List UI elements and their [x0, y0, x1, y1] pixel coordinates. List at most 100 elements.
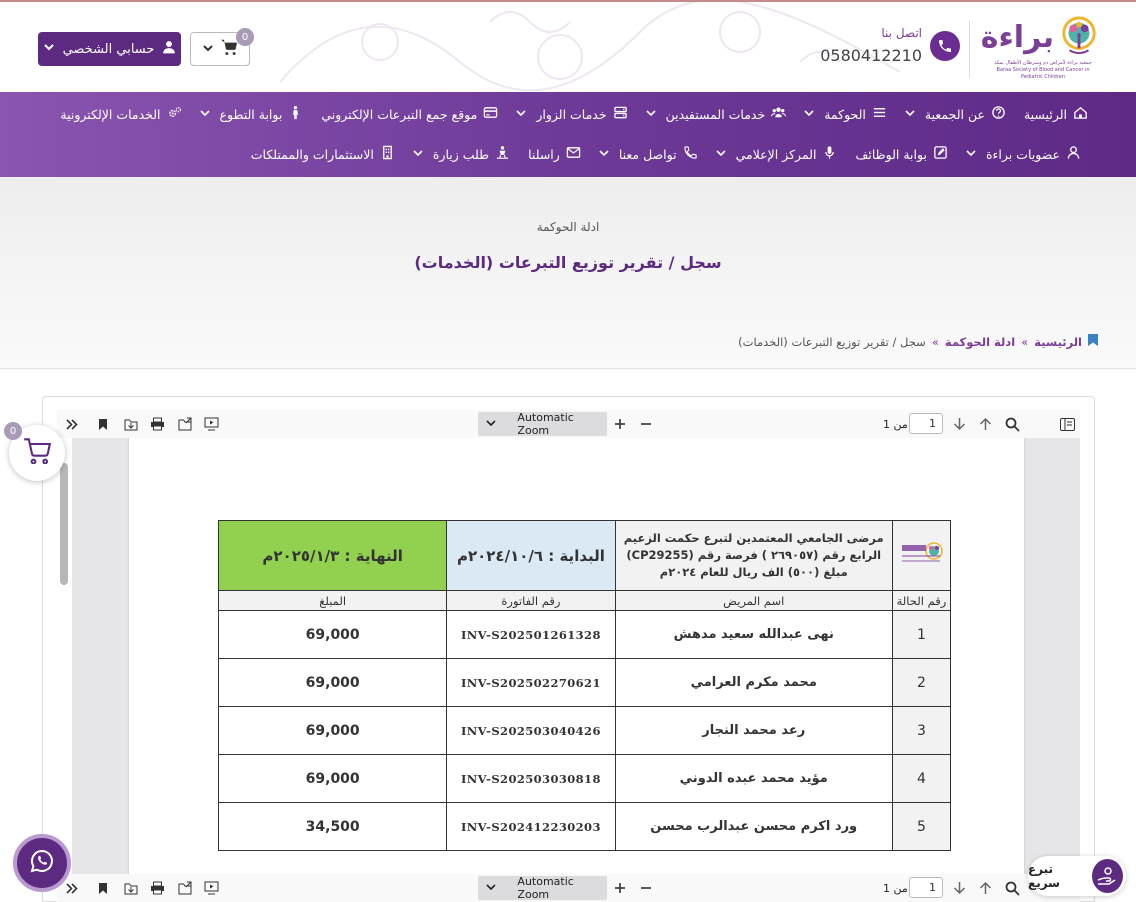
patient-name-cell: مؤيد محمد عبده الدوني	[614, 754, 893, 803]
nav-item-label: تواصل معنا	[618, 146, 677, 162]
logo-name: براءة	[980, 20, 1054, 55]
nav-item-row1-1[interactable]: عن الجمعية	[905, 104, 1006, 124]
zoom-select[interactable]: Automatic Zoom	[478, 875, 607, 901]
search-icon[interactable]	[1004, 880, 1020, 896]
cart-count-badge: 0	[236, 28, 254, 46]
arrow-down-icon[interactable]	[951, 880, 967, 896]
zoom-out-icon[interactable]	[638, 416, 654, 432]
case-number-cell: 2	[891, 658, 952, 707]
account-button[interactable]: حسابي الشخصي	[38, 32, 181, 66]
download-icon[interactable]	[123, 416, 139, 432]
nav-item-row2-3[interactable]: تواصل معنا	[599, 144, 698, 164]
nav-item-row1-6[interactable]: بوابة التطوع	[199, 104, 304, 124]
col-amount: المبلغ	[217, 590, 448, 611]
invoice-number-cell: INV-S202412230203	[446, 802, 616, 851]
building-icon	[380, 145, 395, 163]
print-icon[interactable]	[149, 416, 165, 432]
nav-item-label: الاستثمارات والممتلكات	[250, 146, 374, 162]
vertical-scrollbar[interactable]	[60, 463, 68, 585]
search-icon[interactable]	[1004, 416, 1020, 432]
breadcrumb-parent[interactable]: ادلة الحوكمة	[945, 335, 1015, 349]
info-icon	[991, 105, 1006, 123]
nav-item-label: الحوكمة	[824, 106, 866, 122]
logo-tagline: جمعية براءة لأمراض دم وسرطان الأطفال بمك…	[994, 60, 1092, 80]
nav-row-secondary: عضويات براءة بوابة الوظائف المركز الإعلامي…	[251, 144, 1081, 164]
nav-item-row2-5[interactable]: طلب زيارة	[413, 144, 510, 164]
chevron-down-icon	[202, 42, 214, 57]
home-icon	[1073, 105, 1088, 123]
nav-item-row1-2[interactable]: الحوكمة	[804, 104, 887, 124]
site-logo[interactable]: براءة جمعية براءة لأمراض دم وسرطان الأطف…	[981, 14, 1098, 80]
nav-item-row1-0[interactable]: الرئيسية	[1024, 104, 1088, 124]
nav-item-label: عضويات براءة	[985, 146, 1060, 162]
bookmark-icon[interactable]	[95, 416, 111, 432]
arrow-up-icon[interactable]	[977, 416, 993, 432]
double-chevron-icon[interactable]	[63, 880, 79, 896]
doc-end-date: النهاية : ٢٠٢٥/١/٣م	[217, 520, 448, 591]
page-number-input[interactable]: 1	[909, 413, 943, 434]
sidebar-toggle-icon[interactable]	[1059, 416, 1075, 432]
bookmark-icon[interactable]	[95, 880, 111, 896]
nav-item-label: عن الجمعية	[924, 106, 985, 122]
breadcrumb-home[interactable]: الرئيسية	[1034, 335, 1082, 349]
server-icon	[613, 105, 628, 123]
card-icon	[483, 105, 498, 123]
account-label: حسابي الشخصي	[62, 41, 155, 57]
arrow-down-icon[interactable]	[951, 416, 967, 432]
user-icon	[1066, 145, 1081, 163]
breadcrumb-separator: »	[1021, 334, 1029, 349]
person-icon	[288, 105, 303, 123]
page-number-input[interactable]: 1	[909, 877, 943, 898]
nav-item-row1-7[interactable]: الخدمات الإلكترونية	[60, 104, 181, 124]
nav-item-label: الرئيسية	[1023, 106, 1067, 122]
col-invoice-number: رقم الفاتورة	[446, 590, 616, 611]
chevron-down-icon	[966, 149, 976, 160]
pdf-toolbar-bottom: 1 من 1 Automatic Zoom	[57, 874, 1080, 902]
amount-cell: 69,000	[217, 706, 448, 755]
nav-item-label: المركز الإعلامي	[735, 146, 817, 162]
double-chevron-icon[interactable]	[63, 416, 79, 432]
nav-item-row2-2[interactable]: المركز الإعلامي	[716, 144, 838, 164]
zoom-select[interactable]: Automatic Zoom	[478, 411, 607, 437]
main-navigation: الرئيسية عن الجمعية الحوكمة خدمات المستفيدي…	[0, 92, 1136, 177]
presentation-icon[interactable]	[203, 416, 219, 432]
arrow-up-icon[interactable]	[977, 880, 993, 896]
presentation-icon[interactable]	[203, 880, 219, 896]
zoom-out-icon[interactable]	[638, 880, 654, 896]
nav-item-label: طلب زيارة	[432, 146, 490, 162]
col-patient-name: اسم المريض	[614, 590, 893, 611]
nav-item-row1-5[interactable]: موقع جمع التبرعات الإلكتروني	[321, 104, 498, 124]
nav-item-row1-4[interactable]: خدمات الزوار	[516, 104, 627, 124]
chevron-down-icon	[646, 109, 656, 120]
open-file-icon[interactable]	[177, 416, 193, 432]
patient-name-cell: نهى عبدالله سعيد مدهش	[614, 610, 893, 659]
visit-icon	[495, 145, 510, 163]
table-row: 1 نهى عبدالله سعيد مدهش INV-S202501261328 6…	[217, 610, 952, 659]
table-row: 4 مؤيد محمد عبده الدوني INV-S202503030818 6…	[217, 754, 952, 803]
print-icon[interactable]	[149, 880, 165, 896]
site-header: براءة جمعية براءة لأمراض دم وسرطان الأطف…	[0, 0, 1136, 92]
distribution-table: مرضى الجامعي المعتمدين لتبرع حكمت الزعيم…	[217, 520, 952, 851]
zoom-in-icon[interactable]	[612, 880, 628, 896]
nav-item-label: راسلنا	[528, 146, 560, 162]
nav-item-row2-4[interactable]: راسلنا	[528, 144, 581, 164]
whatsapp-button[interactable]	[13, 834, 71, 892]
chevron-down-icon	[905, 109, 915, 120]
nav-item-row2-1[interactable]: بوابة الوظائف	[855, 144, 947, 164]
chevron-down-icon	[516, 109, 526, 120]
patient-name-cell: رعد محمد النجار	[614, 706, 893, 755]
bookmark-icon	[1088, 334, 1098, 349]
open-file-icon[interactable]	[177, 880, 193, 896]
hand-coin-icon	[1091, 859, 1123, 893]
download-icon[interactable]	[123, 880, 139, 896]
chevron-down-icon	[599, 149, 609, 160]
contact-number[interactable]: 0580412210	[820, 46, 922, 65]
nav-item-row2-6[interactable]: الاستثمارات والممتلكات	[251, 144, 395, 164]
zoom-in-icon[interactable]	[612, 416, 628, 432]
chevron-down-icon	[413, 149, 423, 160]
nav-item-row1-3[interactable]: خدمات المستفيدين	[646, 104, 787, 124]
nav-item-label: خدمات المستفيدين	[665, 106, 766, 122]
nav-item-row2-0[interactable]: عضويات براءة	[966, 144, 1081, 164]
quick-donate-button[interactable]: تبرع سريع	[1028, 856, 1126, 896]
phone-icon	[683, 145, 698, 163]
